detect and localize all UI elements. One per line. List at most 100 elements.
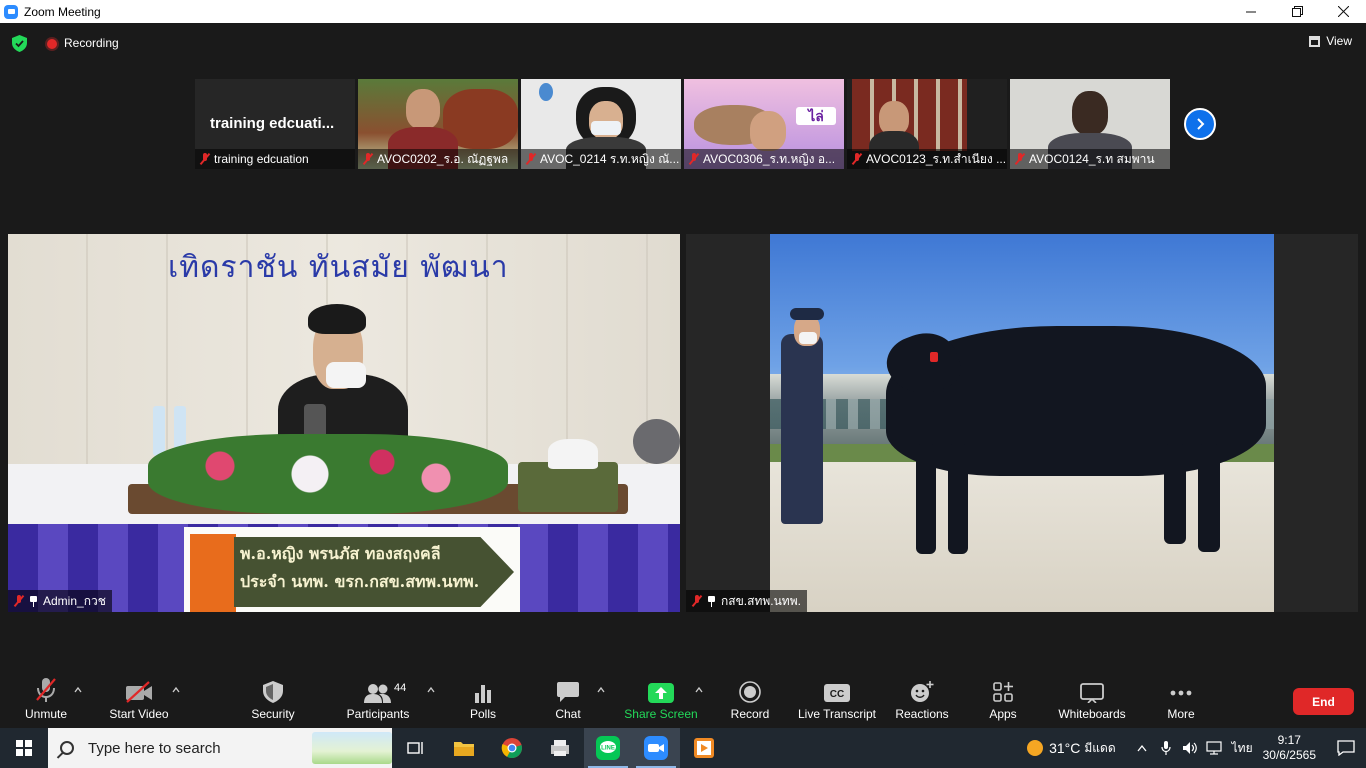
next-page-button[interactable] xyxy=(1184,108,1216,140)
weather-temperature[interactable]: 31°C xyxy=(1049,740,1080,756)
participant-name: AVOC0202_ร.อ. ณัฏฐพล xyxy=(377,151,509,166)
share-screen-button[interactable]: Share Screen xyxy=(624,672,698,728)
participant-thumbnail[interactable]: AVOC0124_ร.ท สมพาน xyxy=(1010,79,1170,169)
more-label: More xyxy=(1167,707,1195,721)
video-name-tag: Admin_กวช xyxy=(8,590,112,612)
start-video-label: Start Video xyxy=(109,707,169,721)
show-hidden-icons-button[interactable] xyxy=(1130,728,1154,768)
close-icon xyxy=(1337,6,1349,17)
muted-mic-icon xyxy=(14,595,24,607)
more-button[interactable]: More xyxy=(1162,672,1200,728)
printer-icon xyxy=(551,740,569,756)
participants-options-caret-icon[interactable] xyxy=(427,686,435,694)
minimize-button[interactable] xyxy=(1228,0,1274,23)
task-view-button[interactable] xyxy=(392,728,440,768)
view-button[interactable]: View xyxy=(1309,34,1352,48)
windows-logo-icon xyxy=(16,740,32,756)
recording-indicator-icon xyxy=(47,39,57,49)
notifications-button[interactable] xyxy=(1326,728,1366,768)
speaker-caption-name: พ.อ.หญิง พรนภัส ทองสฤงคลี xyxy=(240,544,441,563)
apps-icon xyxy=(993,682,1013,702)
main-video-left[interactable]: เทิดราชัน ทันสมัย พัฒนา พ.อ.หญิง พรนภัส … xyxy=(8,234,680,612)
apps-button[interactable]: Apps xyxy=(985,672,1021,728)
file-explorer-button[interactable] xyxy=(440,728,488,768)
participant-thumbnail-strip: training edcuati... training edcuation A… xyxy=(195,79,1170,169)
recording-label: Recording xyxy=(64,36,119,50)
chat-options-caret-icon[interactable] xyxy=(597,686,605,694)
network-icon xyxy=(1206,741,1222,755)
network-tray-button[interactable] xyxy=(1202,728,1226,768)
input-language-indicator[interactable]: ไทย xyxy=(1232,739,1253,758)
microphone-tray-button[interactable] xyxy=(1154,728,1178,768)
share-options-caret-icon[interactable] xyxy=(695,686,703,694)
record-icon xyxy=(739,681,761,703)
more-dots-icon xyxy=(1170,690,1192,696)
system-tray: 31°C มีแดด ไทย 9:17 30/6/2565 xyxy=(1027,728,1366,768)
participant-name: training edcuation xyxy=(214,152,309,166)
pin-icon xyxy=(707,595,716,607)
participant-thumbnail[interactable]: ไล่ AVOC0306_ร.ท.หญิง อ... xyxy=(684,79,844,169)
apps-label: Apps xyxy=(989,707,1017,721)
svg-text:CC: CC xyxy=(830,689,844,700)
participant-name: AVOC_0214 ร.ท.หญิง ณั... xyxy=(540,151,680,166)
security-shield-icon[interactable] xyxy=(12,35,27,52)
restore-button[interactable] xyxy=(1274,0,1320,23)
clock-time: 9:17 xyxy=(1277,733,1301,747)
muted-microphone-icon xyxy=(36,678,56,702)
security-label: Security xyxy=(251,707,295,721)
participant-thumbnail[interactable]: AVOC0123_ร.ท.สำเนียง ... xyxy=(847,79,1007,169)
view-label: View xyxy=(1326,34,1352,48)
live-transcript-button[interactable]: CC Live Transcript xyxy=(798,672,876,728)
whiteboards-label: Whiteboards xyxy=(1058,707,1126,721)
participant-thumbnail[interactable]: training edcuati... training edcuation xyxy=(195,79,355,169)
chat-button[interactable]: Chat xyxy=(550,672,586,728)
folder-icon xyxy=(454,742,474,756)
security-button[interactable]: Security xyxy=(248,672,298,728)
unmute-label: Unmute xyxy=(24,707,68,721)
media-player-button[interactable] xyxy=(680,728,728,768)
main-video-right[interactable]: กสข.สทพ.นทพ. xyxy=(686,234,1358,612)
end-meeting-button[interactable]: End xyxy=(1293,688,1354,715)
polls-button[interactable]: Polls xyxy=(465,672,501,728)
record-button[interactable]: Record xyxy=(728,672,772,728)
participants-button[interactable]: Participants xyxy=(345,672,411,728)
muted-mic-icon xyxy=(200,153,210,165)
live-transcript-label: Live Transcript xyxy=(797,707,877,721)
muted-mic-icon xyxy=(692,595,702,607)
pin-icon xyxy=(29,595,38,607)
muted-mic-icon xyxy=(852,153,862,165)
search-placeholder: Type here to search xyxy=(88,739,221,757)
reactions-smiley-icon xyxy=(911,681,934,702)
volume-tray-button[interactable] xyxy=(1178,728,1202,768)
unmute-button[interactable]: Unmute xyxy=(20,672,72,728)
weather-condition[interactable]: มีแดด xyxy=(1084,739,1115,758)
participant-thumbnail[interactable]: AVOC0202_ร.อ. ณัฏฐพล xyxy=(358,79,518,169)
participant-name: กสข.สทพ.นทพ. xyxy=(721,593,801,608)
participant-name: AVOC0124_ร.ท สมพาน xyxy=(1029,151,1155,166)
start-video-button[interactable]: Start Video xyxy=(105,672,173,728)
chevron-right-icon xyxy=(1197,118,1205,130)
zoom-icon xyxy=(644,736,668,760)
weather-sun-icon[interactable] xyxy=(1027,740,1044,756)
windows-taskbar: Type here to search LINE 31°C มีแดด ไทย … xyxy=(0,728,1366,768)
reactions-button[interactable]: Reactions xyxy=(895,672,949,728)
audio-options-caret-icon[interactable] xyxy=(74,686,82,694)
whiteboards-button[interactable]: Whiteboards xyxy=(1056,672,1128,728)
chrome-button[interactable] xyxy=(488,728,536,768)
zoom-taskbar-button[interactable] xyxy=(632,728,680,768)
share-screen-label: Share Screen xyxy=(624,707,698,721)
taskbar-clock[interactable]: 9:17 30/6/2565 xyxy=(1263,733,1316,763)
video-off-icon xyxy=(126,681,152,703)
video-options-caret-icon[interactable] xyxy=(172,686,180,694)
closed-caption-icon: CC xyxy=(824,684,850,702)
participant-thumbnail[interactable]: AVOC_0214 ร.ท.หญิง ณั... xyxy=(521,79,681,169)
line-app-button[interactable]: LINE xyxy=(584,728,632,768)
muted-mic-icon xyxy=(363,153,373,165)
taskbar-search-box[interactable]: Type here to search xyxy=(48,728,392,768)
scanner-app-button[interactable] xyxy=(536,728,584,768)
share-screen-arrow-icon xyxy=(648,683,674,703)
start-button[interactable] xyxy=(0,728,48,768)
muted-mic-icon xyxy=(526,153,536,165)
thumbnail-sign-text: ไล่ xyxy=(796,107,836,125)
close-button[interactable] xyxy=(1320,0,1366,23)
